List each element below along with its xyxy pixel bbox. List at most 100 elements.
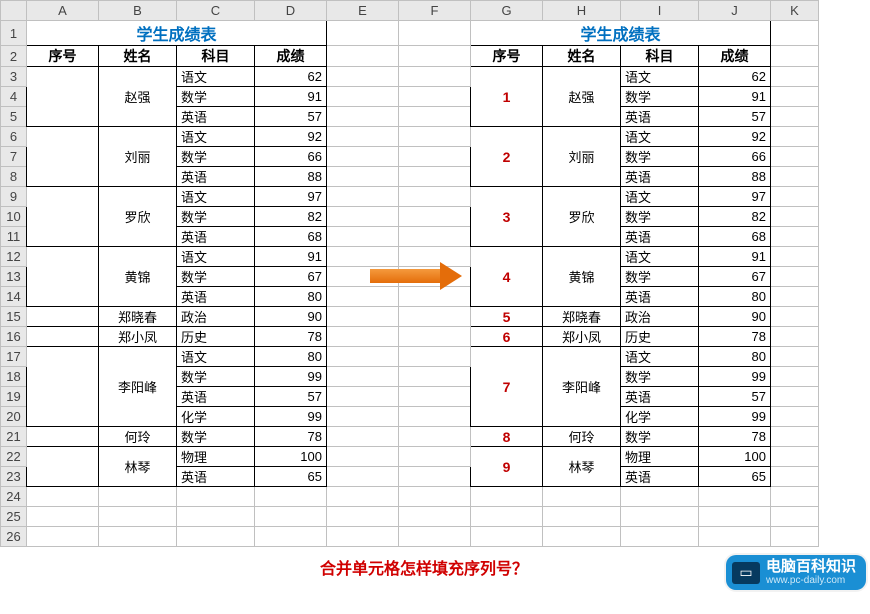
cell[interactable]: 数学 — [177, 147, 255, 167]
cell[interactable]: 9 — [471, 447, 543, 487]
cell[interactable] — [27, 527, 99, 547]
cell[interactable]: 6 — [471, 327, 543, 347]
cell[interactable]: 57 — [255, 387, 327, 407]
cell[interactable] — [699, 487, 771, 507]
cell[interactable]: 82 — [699, 207, 771, 227]
cell[interactable] — [27, 67, 99, 127]
cell[interactable] — [255, 527, 327, 547]
cell[interactable] — [399, 127, 471, 147]
cell[interactable]: 99 — [255, 407, 327, 427]
cell[interactable]: 刘丽 — [99, 127, 177, 187]
cell[interactable] — [255, 507, 327, 527]
cell[interactable]: 学生成绩表 — [471, 21, 771, 46]
cell[interactable] — [399, 387, 471, 407]
cell[interactable]: 66 — [255, 147, 327, 167]
cell[interactable] — [771, 46, 819, 67]
cell[interactable]: 赵强 — [99, 67, 177, 127]
cell[interactable] — [771, 67, 819, 87]
cell[interactable] — [399, 147, 471, 167]
cell[interactable]: 5 — [471, 307, 543, 327]
cell[interactable]: 65 — [699, 467, 771, 487]
cell[interactable]: 英语 — [177, 227, 255, 247]
cell[interactable] — [327, 107, 399, 127]
cell[interactable]: 林琴 — [99, 447, 177, 487]
cell[interactable]: 90 — [255, 307, 327, 327]
cell[interactable]: 语文 — [177, 187, 255, 207]
cell[interactable] — [327, 327, 399, 347]
cell[interactable]: 3 — [471, 187, 543, 247]
cell[interactable] — [27, 187, 99, 247]
cell[interactable]: 80 — [255, 287, 327, 307]
cell[interactable]: 数学 — [621, 367, 699, 387]
cell[interactable]: 英语 — [621, 167, 699, 187]
cell[interactable] — [327, 207, 399, 227]
cell[interactable] — [771, 187, 819, 207]
cell[interactable] — [27, 347, 99, 427]
cell[interactable] — [327, 127, 399, 147]
cell[interactable]: 语文 — [621, 67, 699, 87]
cell[interactable]: 化学 — [621, 407, 699, 427]
cell[interactable] — [771, 287, 819, 307]
cell[interactable]: 90 — [699, 307, 771, 327]
cell[interactable] — [327, 187, 399, 207]
cell[interactable]: 语文 — [177, 127, 255, 147]
cell[interactable] — [771, 487, 819, 507]
cell[interactable] — [27, 127, 99, 187]
cell[interactable] — [327, 427, 399, 447]
cell[interactable]: 99 — [255, 367, 327, 387]
cell[interactable] — [399, 327, 471, 347]
cell[interactable] — [621, 507, 699, 527]
cell[interactable]: 姓名 — [543, 46, 621, 67]
cell[interactable] — [177, 527, 255, 547]
cell[interactable]: 2 — [471, 127, 543, 187]
cell[interactable]: 郑小凤 — [543, 327, 621, 347]
cell[interactable] — [399, 46, 471, 67]
cell[interactable] — [771, 207, 819, 227]
cell[interactable] — [27, 427, 99, 447]
cell[interactable]: 8 — [471, 427, 543, 447]
cell[interactable] — [399, 347, 471, 367]
cell[interactable]: 97 — [255, 187, 327, 207]
cell[interactable] — [399, 67, 471, 87]
cell[interactable] — [771, 387, 819, 407]
cell[interactable]: 政治 — [177, 307, 255, 327]
cell[interactable]: 语文 — [621, 247, 699, 267]
cell[interactable]: 100 — [255, 447, 327, 467]
cell[interactable]: 科目 — [621, 46, 699, 67]
cell[interactable] — [327, 267, 399, 287]
cell[interactable]: 91 — [699, 87, 771, 107]
cell[interactable] — [99, 507, 177, 527]
cell[interactable]: 科目 — [177, 46, 255, 67]
cell[interactable] — [771, 247, 819, 267]
cell[interactable] — [543, 487, 621, 507]
cell[interactable]: 林琴 — [543, 447, 621, 487]
cell[interactable]: 数学 — [177, 427, 255, 447]
cell[interactable] — [771, 367, 819, 387]
cell[interactable] — [399, 21, 471, 46]
cell[interactable]: 语文 — [621, 347, 699, 367]
cell[interactable]: 数学 — [177, 367, 255, 387]
cell[interactable]: 91 — [255, 87, 327, 107]
cell[interactable] — [399, 447, 471, 467]
cell[interactable] — [327, 21, 399, 46]
cell[interactable]: 序号 — [471, 46, 543, 67]
cell[interactable]: 英语 — [177, 467, 255, 487]
cell[interactable]: 97 — [699, 187, 771, 207]
cell[interactable] — [27, 307, 99, 327]
cell[interactable]: 99 — [699, 407, 771, 427]
cell[interactable]: 91 — [255, 247, 327, 267]
cell[interactable] — [399, 367, 471, 387]
cell[interactable]: 92 — [255, 127, 327, 147]
cell[interactable] — [327, 507, 399, 527]
cell[interactable]: 80 — [699, 287, 771, 307]
cell[interactable] — [771, 227, 819, 247]
cell[interactable]: 7 — [471, 347, 543, 427]
cell[interactable]: 罗欣 — [543, 187, 621, 247]
cell[interactable] — [399, 467, 471, 487]
cell[interactable] — [543, 507, 621, 527]
cell[interactable] — [99, 527, 177, 547]
cell[interactable] — [399, 487, 471, 507]
cell[interactable]: 罗欣 — [99, 187, 177, 247]
cell[interactable] — [771, 21, 819, 46]
cell[interactable]: 郑晓春 — [543, 307, 621, 327]
